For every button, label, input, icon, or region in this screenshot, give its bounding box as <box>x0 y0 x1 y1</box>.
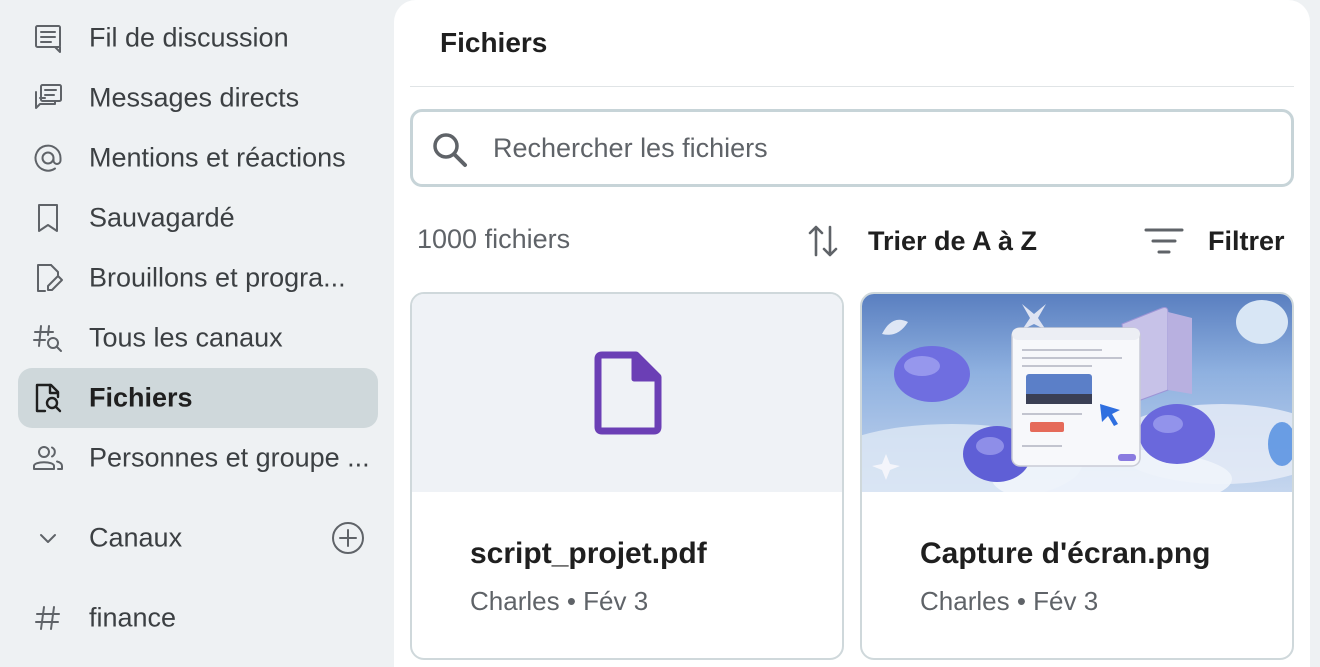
sort-button[interactable]: Trier de A à Z <box>806 218 1037 264</box>
file-thumbnail <box>412 294 842 492</box>
sort-label: Trier de A à Z <box>868 225 1038 256</box>
search-box[interactable] <box>410 109 1294 187</box>
sidebar-item-files[interactable]: Fichiers <box>18 368 378 428</box>
hash-icon <box>30 600 66 636</box>
at-sign-icon <box>30 140 66 176</box>
file-meta: Charles • Fév 3 <box>470 586 649 616</box>
document-icon <box>594 351 662 435</box>
page-title: Fichiers <box>440 27 548 58</box>
sidebar: Fil de discussion Messages directs Menti… <box>0 0 394 667</box>
people-icon <box>30 440 66 476</box>
add-circle-icon <box>332 522 364 554</box>
sidebar-item-label: finance <box>89 602 177 633</box>
file-card[interactable]: Capture d'écran.png Charles • Fév 3 <box>860 292 1294 660</box>
file-card[interactable]: script_projet.pdf Charles • Fév 3 <box>410 292 844 660</box>
search-input[interactable] <box>493 112 1273 184</box>
file-name: Capture d'écran.png <box>920 537 1211 570</box>
sidebar-item-saved[interactable]: Sauvagardé <box>18 188 378 248</box>
sidebar-item-thread[interactable]: Fil de discussion <box>18 8 378 68</box>
file-name: script_projet.pdf <box>470 537 707 570</box>
sidebar-channel-finance[interactable]: finance <box>18 588 378 648</box>
image-preview <box>862 294 1292 492</box>
sidebar-item-label: Fil de discussion <box>89 22 289 53</box>
file-count: 1000 fichiers <box>417 224 571 254</box>
sidebar-item-drafts[interactable]: Brouillons et progra... <box>18 248 378 308</box>
files-panel: Fichiers 1000 fichiers Trier de A à Z Fi… <box>394 0 1310 667</box>
bookmark-icon <box>30 200 66 236</box>
sort-arrows-icon <box>808 225 838 257</box>
sidebar-item-all-channels[interactable]: Tous les canaux <box>18 308 378 368</box>
add-channel-button[interactable] <box>330 520 366 556</box>
sidebar-item-mentions[interactable]: Mentions et réactions <box>18 128 378 188</box>
sidebar-item-label: Mentions et réactions <box>89 142 346 173</box>
channel-search-icon <box>30 320 66 356</box>
search-icon <box>433 133 467 167</box>
filter-icon <box>1144 228 1184 254</box>
channels-section-header[interactable]: Canaux <box>18 508 378 568</box>
sidebar-item-label: Fichiers <box>89 382 193 413</box>
filter-button[interactable]: Filtrer <box>1144 218 1285 264</box>
header-divider <box>410 86 1294 87</box>
sidebar-item-label: Messages directs <box>89 82 300 113</box>
chevron-down-icon <box>30 520 66 556</box>
file-meta: Charles • Fév 3 <box>920 586 1099 616</box>
sidebar-item-label: Tous les canaux <box>89 322 283 353</box>
file-search-icon <box>30 380 66 416</box>
sidebar-item-direct-messages[interactable]: Messages directs <box>18 68 378 128</box>
draft-edit-icon <box>30 260 66 296</box>
direct-messages-icon <box>30 80 66 116</box>
sidebar-item-label: Brouillons et progra... <box>89 262 346 293</box>
thread-icon <box>30 20 66 56</box>
sidebar-item-label: Personnes et groupe ... <box>89 442 370 473</box>
channels-section-label: Canaux <box>89 522 183 553</box>
sidebar-item-people[interactable]: Personnes et groupe ... <box>18 428 378 488</box>
sidebar-item-label: Sauvagardé <box>89 202 235 233</box>
filter-label: Filtrer <box>1208 225 1285 256</box>
